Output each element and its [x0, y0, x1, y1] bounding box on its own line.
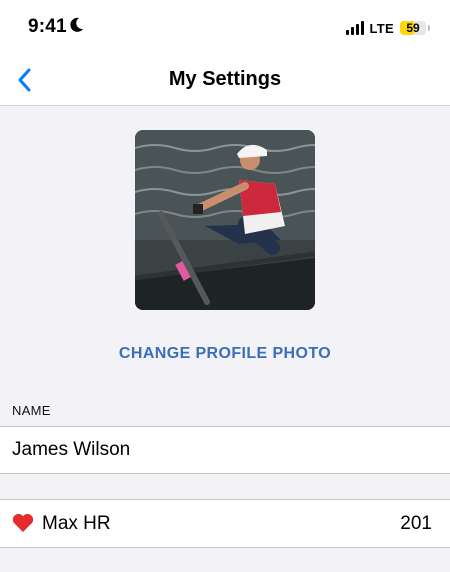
max-hr-label: Max HR	[42, 513, 111, 534]
navigation-bar: My Settings	[0, 56, 450, 106]
signal-icon	[345, 21, 364, 35]
name-input[interactable]	[12, 437, 432, 463]
moon-icon	[70, 17, 84, 38]
change-profile-photo-link[interactable]: CHANGE PROFILE PHOTO	[0, 345, 450, 363]
battery-icon: 59	[400, 21, 426, 35]
status-indicators: LTE 59	[345, 19, 430, 37]
page-title: My Settings	[168, 68, 282, 90]
battery-percent: 59	[406, 21, 420, 35]
max-hr-value: 201	[400, 513, 432, 534]
status-time: 9:41	[28, 16, 67, 37]
name-section-header: NAME	[12, 403, 51, 418]
name-row	[0, 426, 450, 474]
heart-icon	[12, 513, 34, 538]
status-bar: 9:41 LTE 59	[0, 0, 450, 56]
network-label: LTE	[369, 20, 394, 36]
profile-photo[interactable]	[135, 130, 315, 310]
battery-nub	[428, 25, 430, 31]
max-hr-row[interactable]: Max HR 201	[0, 499, 450, 548]
